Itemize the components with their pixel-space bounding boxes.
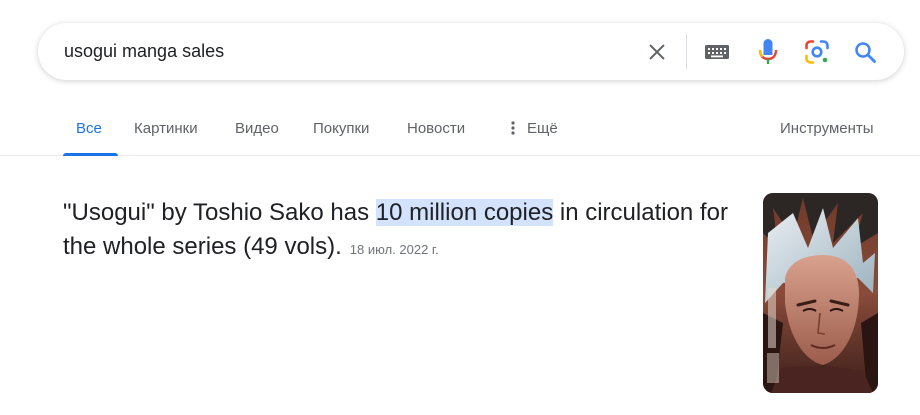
tab-more[interactable]: Ещё: [511, 108, 558, 156]
tab-video[interactable]: Видео: [235, 108, 279, 156]
snippet-date: 18 июл. 2022 г.: [349, 242, 439, 257]
clear-button[interactable]: [640, 23, 674, 80]
google-lens-button[interactable]: [802, 23, 832, 80]
snippet-text-before: "Usogui" by Toshio Sako has: [63, 199, 376, 226]
search-tabs: Все Картинки Видео Покупки Новости Ещё И…: [0, 108, 920, 156]
close-icon: [649, 44, 665, 59]
keyboard-icon: [705, 44, 729, 59]
google-lens-icon: [805, 39, 829, 64]
tools-button[interactable]: Инструменты: [780, 108, 874, 156]
tab-label: Новости: [407, 120, 466, 137]
tab-label: Видео: [235, 120, 279, 137]
search-input[interactable]: [64, 23, 624, 80]
search-results-page: Все Картинки Видео Покупки Новости Ещё И…: [0, 0, 920, 415]
tab-label: Ещё: [527, 120, 558, 137]
search-button[interactable]: [850, 23, 880, 80]
snippet-highlight: 10 million copies: [375, 199, 554, 226]
tab-label: Все: [76, 120, 102, 137]
search-box[interactable]: [38, 23, 904, 80]
microphone-icon: [758, 38, 778, 64]
keyboard-button[interactable]: [702, 23, 732, 80]
featured-snippet: "Usogui" by Toshio Sako has 10 million c…: [63, 196, 743, 267]
manga-cover-thumbnail[interactable]: [763, 193, 878, 393]
tab-images[interactable]: Картинки: [134, 108, 198, 156]
tab-news[interactable]: Новости: [407, 108, 465, 156]
voice-search-button[interactable]: [754, 23, 782, 80]
tab-shopping[interactable]: Покупки: [313, 108, 369, 156]
tab-label: Покупки: [313, 120, 370, 137]
search-divider: [686, 34, 687, 69]
tab-label: Картинки: [134, 120, 198, 137]
more-vert-icon: [511, 120, 521, 140]
search-icon: [855, 41, 876, 63]
tools-label: Инструменты: [780, 120, 874, 137]
tab-all[interactable]: Все: [63, 108, 118, 156]
